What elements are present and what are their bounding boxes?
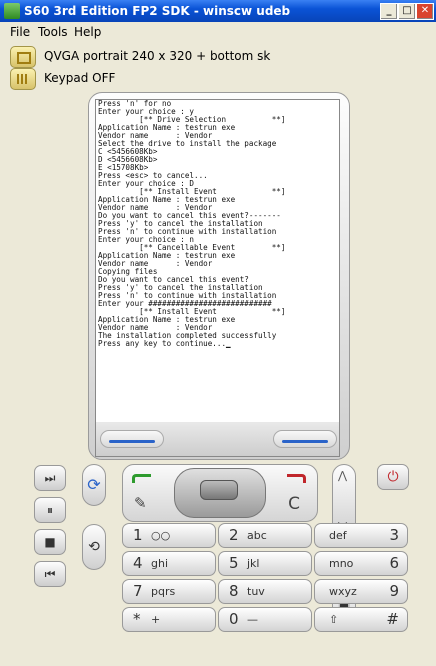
key-number: 3	[389, 526, 399, 544]
key-letters: ○○	[151, 529, 171, 542]
key-9[interactable]: 9 wxyz	[314, 579, 408, 604]
menu-help[interactable]: Help	[74, 25, 101, 39]
clear-label: C	[288, 494, 300, 514]
key-number: 9	[389, 582, 399, 600]
volume-up-icon: ⋀	[338, 469, 348, 482]
keypad-toggle-button[interactable]	[10, 68, 36, 90]
key-4[interactable]: 4 ghi	[122, 551, 216, 576]
key-letters: tuv	[247, 585, 265, 598]
previous-track-button[interactable]: ⏮	[34, 561, 66, 587]
end-call-icon	[287, 474, 306, 483]
menu-file[interactable]: File	[10, 25, 30, 39]
joystick-select[interactable]	[200, 480, 238, 500]
end-call-button[interactable]	[270, 468, 312, 490]
key-hash[interactable]: # ⇧	[314, 607, 408, 632]
key-number: 5	[229, 554, 239, 572]
menu-tools[interactable]: Tools	[38, 25, 68, 39]
call-button[interactable]	[126, 468, 168, 490]
key-3[interactable]: 3 def	[314, 523, 408, 548]
rotate-button[interactable]: ⟳	[82, 464, 106, 506]
power-button[interactable]: ⏻	[377, 464, 409, 490]
key-7[interactable]: 7 pqrs	[122, 579, 216, 604]
key-star[interactable]: * +	[122, 607, 216, 632]
key-letters: —	[247, 613, 258, 626]
pencil-icon: ✎	[134, 494, 147, 512]
console-line: Press any key to continue...▁	[98, 339, 231, 348]
left-softkey-indicator	[109, 440, 155, 443]
key-letters: def	[329, 529, 347, 542]
key-8[interactable]: 8 tuv	[218, 579, 312, 604]
key-number: 4	[133, 554, 143, 572]
maximize-button[interactable]: □	[398, 3, 416, 20]
key-letters: ⇧	[329, 613, 339, 626]
app-icon	[4, 3, 20, 19]
screen-icon	[17, 52, 31, 64]
clear-button[interactable]: C	[270, 492, 312, 516]
key-1[interactable]: 1 ○○	[122, 523, 216, 548]
window-titlebar[interactable]: S60 3rd Edition FP2 SDK - winscw udeb _ …	[0, 0, 436, 22]
call-icon	[132, 474, 151, 483]
next-track-button[interactable]: ⏭	[34, 465, 66, 491]
keypad-label: Keypad OFF	[44, 71, 116, 85]
pause-button[interactable]: ⏸	[34, 497, 66, 523]
key-letters: +	[151, 613, 161, 626]
key-number: 1	[133, 526, 143, 544]
key-number: 0	[229, 610, 239, 628]
menu-bar: File Tools Help	[0, 22, 436, 40]
right-softkey[interactable]	[273, 430, 337, 448]
key-letters: wxyz	[329, 585, 357, 598]
keypad-icon	[17, 74, 29, 84]
resolution-label: QVGA portrait 240 x 320 + bottom sk	[44, 49, 271, 63]
stop-button[interactable]: ■	[34, 529, 66, 555]
key-6[interactable]: 6 mno	[314, 551, 408, 576]
softkey-bar	[95, 422, 340, 457]
close-button[interactable]: ✕	[416, 3, 434, 20]
left-softkey[interactable]	[100, 430, 164, 448]
phone-screen[interactable]: Press 'n' for no Enter your choice : y [*…	[95, 99, 340, 424]
console-output: Press 'n' for no Enter your choice : y [*…	[98, 100, 336, 348]
menu-app-button[interactable]: ⟲	[82, 524, 106, 570]
key-number: 8	[229, 582, 239, 600]
key-0[interactable]: 0—	[218, 607, 312, 632]
key-letters: pqrs	[151, 585, 176, 598]
edit-button[interactable]: ✎	[126, 492, 168, 516]
key-number: 2	[229, 526, 239, 544]
key-letters: abc	[247, 529, 267, 542]
window-title: S60 3rd Edition FP2 SDK - winscw udeb	[24, 4, 291, 18]
key-letters: jkl	[247, 557, 260, 570]
resolution-button[interactable]	[10, 46, 36, 68]
key-letters: mno	[329, 557, 354, 570]
key-number: 6	[389, 554, 399, 572]
key-letters: ghi	[151, 557, 169, 570]
key-2[interactable]: 2 abc	[218, 523, 312, 548]
right-softkey-indicator	[282, 440, 328, 443]
rotate-icon: ⟳	[87, 475, 101, 494]
minimize-button[interactable]: _	[380, 3, 398, 20]
key-5[interactable]: 5 jkl	[218, 551, 312, 576]
key-number: *	[133, 610, 141, 628]
app-menu-icon: ⟲	[88, 539, 100, 555]
key-number: #	[386, 610, 399, 628]
key-number: 7	[133, 582, 143, 600]
power-icon: ⏻	[387, 469, 399, 485]
